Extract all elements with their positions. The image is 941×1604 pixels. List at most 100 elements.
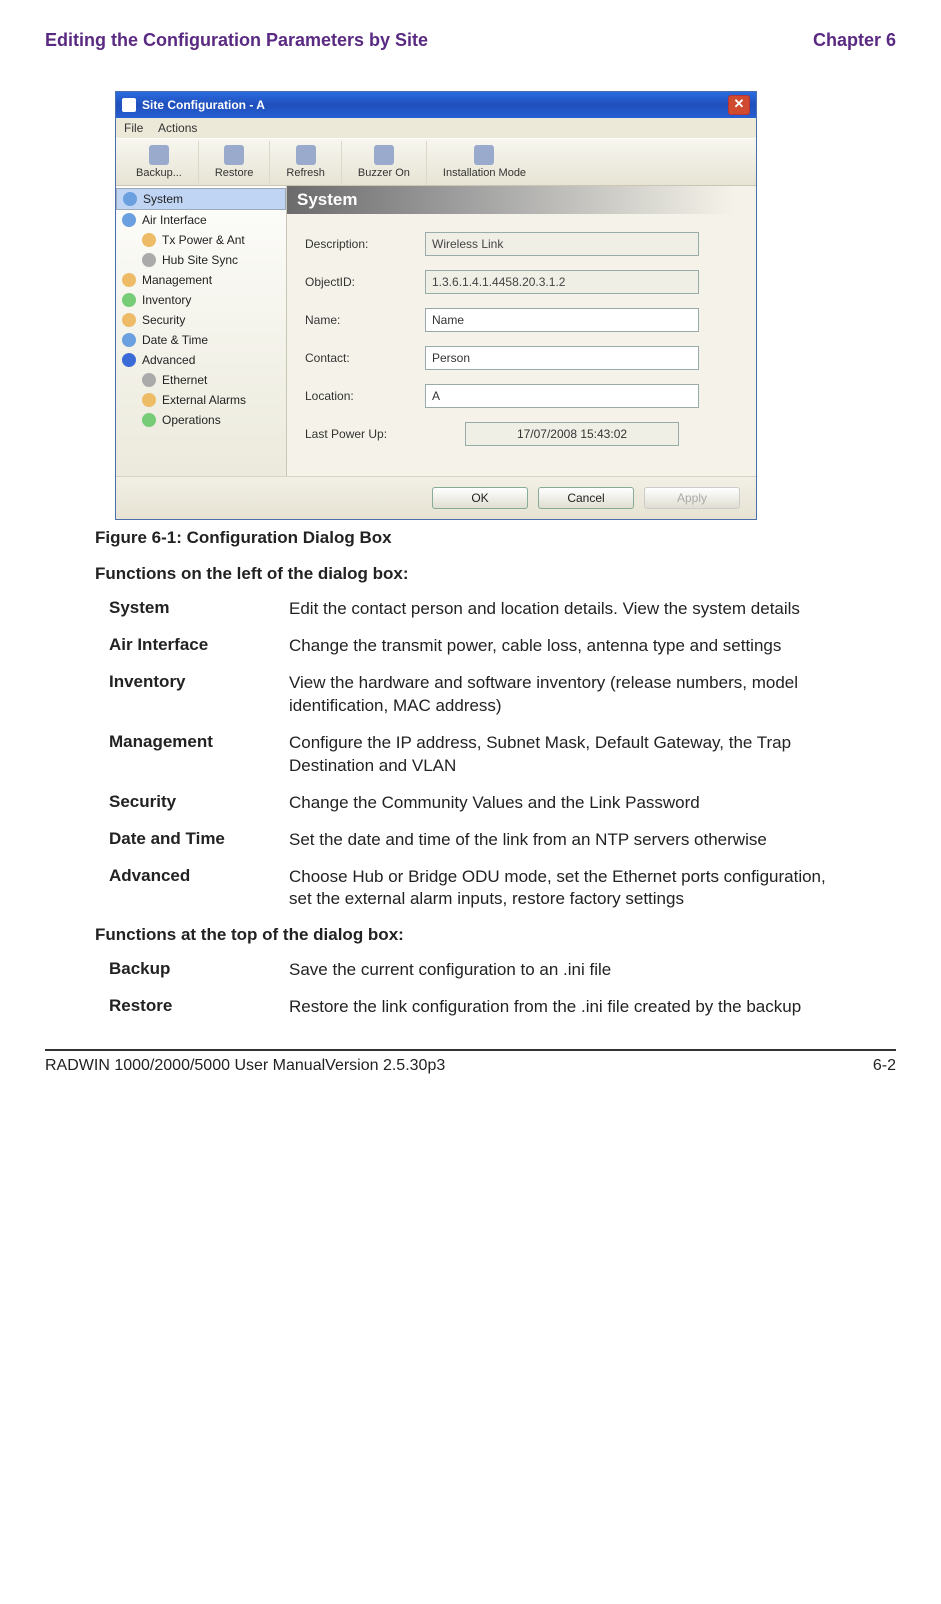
config-window: Site Configuration - A ✕ File Actions Ba… — [115, 91, 757, 520]
definitions-left: System Edit the contact person and locat… — [109, 598, 836, 911]
sidebar-item-label: Operations — [162, 413, 221, 427]
titlebar: Site Configuration - A ✕ — [116, 92, 756, 118]
toolbar-backup[interactable]: Backup... — [120, 141, 199, 183]
toolbar-buzzer-label: Buzzer On — [358, 167, 410, 179]
figure-caption: Figure 6-1: Configuration Dialog Box — [95, 528, 896, 548]
def-term: Date and Time — [109, 829, 289, 852]
row-name: Name: Name — [305, 308, 736, 332]
ok-button[interactable]: OK — [432, 487, 528, 509]
def-row: Backup Save the current configuration to… — [109, 959, 836, 982]
def-row: Inventory View the hardware and software… — [109, 672, 836, 718]
window-title: Site Configuration - A — [142, 98, 265, 112]
def-row: Air Interface Change the transmit power,… — [109, 635, 836, 658]
objectid-label: ObjectID: — [305, 275, 425, 289]
footer-right: 6-2 — [873, 1057, 896, 1075]
footer-left: RADWIN 1000/2000/5000 User ManualVersion… — [45, 1057, 445, 1075]
def-term: Backup — [109, 959, 289, 982]
last-power-field: 17/07/2008 15:43:02 — [465, 422, 679, 446]
sidebar-item-label: Ethernet — [162, 373, 207, 387]
sidebar-item-advanced[interactable]: Advanced — [116, 350, 286, 370]
last-power-label: Last Power Up: — [305, 427, 425, 441]
sidebar-item-label: Management — [142, 273, 212, 287]
def-desc: Save the current configuration to an .in… — [289, 959, 836, 982]
sidebar-item-label: Air Interface — [142, 213, 207, 227]
row-description: Description: Wireless Link — [305, 232, 736, 256]
description-field: Wireless Link — [425, 232, 699, 256]
ethernet-icon — [142, 373, 156, 387]
app-icon — [122, 98, 136, 112]
toolbar-buzzer[interactable]: Buzzer On — [342, 141, 427, 183]
def-desc: Choose Hub or Bridge ODU mode, set the E… — [289, 866, 836, 912]
sidebar-item-label: External Alarms — [162, 393, 246, 407]
clock-icon — [122, 333, 136, 347]
def-desc: Edit the contact person and location det… — [289, 598, 836, 621]
sidebar-item-system[interactable]: System — [116, 188, 286, 210]
refresh-icon — [296, 145, 316, 165]
definitions-top: Backup Save the current configuration to… — [109, 959, 836, 1019]
menu-actions[interactable]: Actions — [158, 121, 197, 135]
apply-button: Apply — [644, 487, 740, 509]
toolbar-backup-label: Backup... — [136, 167, 182, 179]
sidebar-item-security[interactable]: Security — [116, 310, 286, 330]
def-term: System — [109, 598, 289, 621]
row-objectid: ObjectID: 1.3.6.1.4.1.4458.20.3.1.2 — [305, 270, 736, 294]
row-contact: Contact: Person — [305, 346, 736, 370]
folder-icon — [224, 145, 244, 165]
inventory-icon — [122, 293, 136, 307]
objectid-field: 1.3.6.1.4.1.4458.20.3.1.2 — [425, 270, 699, 294]
toolbar-refresh[interactable]: Refresh — [270, 141, 342, 183]
toolbar-restore-label: Restore — [215, 167, 254, 179]
panel-header: System — [287, 186, 736, 214]
toolbar-restore[interactable]: Restore — [199, 141, 271, 183]
cancel-button[interactable]: Cancel — [538, 487, 634, 509]
def-term: Inventory — [109, 672, 289, 718]
sidebar-item-ethernet[interactable]: Ethernet — [116, 370, 286, 390]
contact-input[interactable]: Person — [425, 346, 699, 370]
sidebar-item-datetime[interactable]: Date & Time — [116, 330, 286, 350]
sidebar-item-inventory[interactable]: Inventory — [116, 290, 286, 310]
toolbar-refresh-label: Refresh — [286, 167, 325, 179]
def-desc: Set the date and time of the link from a… — [289, 829, 836, 852]
sidebar-item-air-interface[interactable]: Air Interface — [116, 210, 286, 230]
sidebar-item-label: Advanced — [142, 353, 195, 367]
sidebar-item-label: System — [143, 192, 183, 206]
def-term: Advanced — [109, 866, 289, 912]
content-panel: System Description: Wireless Link Object… — [287, 186, 756, 476]
menu-file[interactable]: File — [124, 121, 143, 135]
advanced-icon — [122, 353, 136, 367]
def-term: Air Interface — [109, 635, 289, 658]
sidebar-item-tx-power[interactable]: Tx Power & Ant — [116, 230, 286, 250]
sidebar-item-label: Inventory — [142, 293, 191, 307]
toolbar-install[interactable]: Installation Mode — [427, 141, 542, 183]
sidebar-item-management[interactable]: Management — [116, 270, 286, 290]
name-label: Name: — [305, 313, 425, 327]
sidebar-item-label: Security — [142, 313, 185, 327]
save-icon — [149, 145, 169, 165]
security-icon — [122, 313, 136, 327]
system-icon — [123, 192, 137, 206]
toolbar-install-label: Installation Mode — [443, 167, 526, 179]
alarm-icon — [142, 393, 156, 407]
def-row: Date and Time Set the date and time of t… — [109, 829, 836, 852]
close-icon[interactable]: ✕ — [728, 95, 750, 115]
row-location: Location: A — [305, 384, 736, 408]
sidebar-item-label: Tx Power & Ant — [162, 233, 245, 247]
def-desc: View the hardware and software inventory… — [289, 672, 836, 718]
install-icon — [474, 145, 494, 165]
header-left: Editing the Configuration Parameters by … — [45, 30, 428, 51]
page-footer: RADWIN 1000/2000/5000 User ManualVersion… — [45, 1051, 896, 1075]
menubar: File Actions — [116, 118, 756, 138]
location-input[interactable]: A — [425, 384, 699, 408]
sidebar-item-label: Hub Site Sync — [162, 253, 238, 267]
main-area: System Air Interface Tx Power & Ant Hub … — [116, 186, 756, 476]
sidebar-item-hub-site[interactable]: Hub Site Sync — [116, 250, 286, 270]
buzzer-icon — [374, 145, 394, 165]
sidebar-item-label: Date & Time — [142, 333, 208, 347]
contact-label: Contact: — [305, 351, 425, 365]
hub-site-icon — [142, 253, 156, 267]
sidebar-item-operations[interactable]: Operations — [116, 410, 286, 430]
operations-icon — [142, 413, 156, 427]
sidebar-item-external-alarms[interactable]: External Alarms — [116, 390, 286, 410]
name-input[interactable]: Name — [425, 308, 699, 332]
figure-wrap: Site Configuration - A ✕ File Actions Ba… — [115, 91, 896, 520]
